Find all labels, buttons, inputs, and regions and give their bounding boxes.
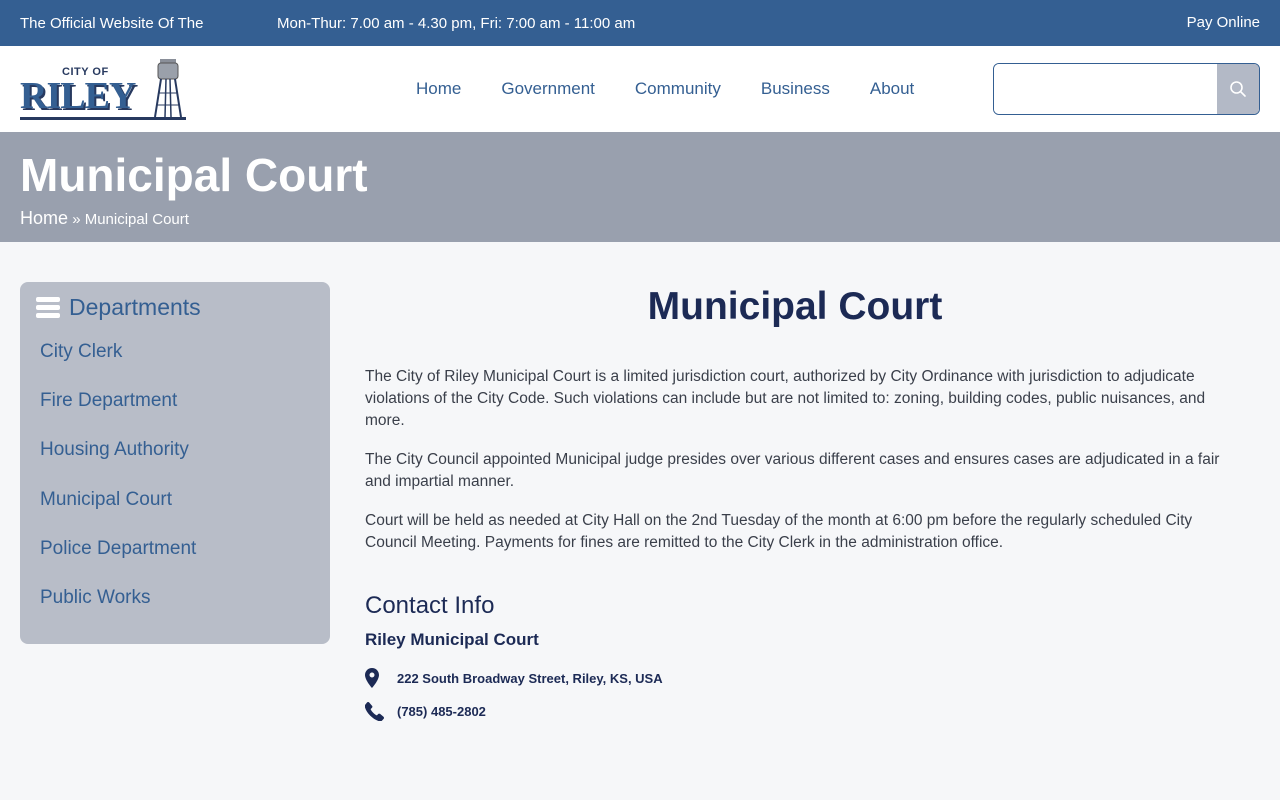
search-icon <box>1230 81 1246 97</box>
pay-online-link[interactable]: Pay Online <box>1187 14 1260 31</box>
page-title: Municipal Court <box>20 149 368 201</box>
nav-business[interactable]: Business <box>761 79 830 99</box>
nav-home[interactable]: Home <box>416 79 461 99</box>
search-input[interactable] <box>994 64 1217 114</box>
city-logo[interactable]: CITY OF RILEY <box>20 57 188 121</box>
sidebar-header: Departments <box>36 294 314 320</box>
contact-phone: (785) 485-2802 <box>365 702 1225 721</box>
paragraph: Court will be held as needed at City Hal… <box>365 512 1193 551</box>
main-content: Municipal Court The City of Riley Munici… <box>365 282 1225 721</box>
content-title: Municipal Court <box>647 285 943 328</box>
departments-sidebar: Departments City Clerk Fire Department H… <box>20 282 330 644</box>
sidebar-item-housing-authority[interactable]: Housing Authority <box>36 438 314 487</box>
breadcrumb-current: Municipal Court <box>84 211 189 228</box>
sidebar-item-fire-department[interactable]: Fire Department <box>36 389 314 438</box>
sidebar-item-city-clerk[interactable]: City Clerk <box>36 340 314 389</box>
sidebar-item-police-department[interactable]: Police Department <box>36 537 314 586</box>
contact-address: 222 South Broadway Street, Riley, KS, US… <box>365 668 1225 688</box>
paragraph: The City of Riley Municipal Court is a l… <box>365 368 1206 429</box>
nav-about[interactable]: About <box>870 79 914 99</box>
search-box <box>993 63 1260 115</box>
top-bar: The Official Website Of The Mon-Thur: 7.… <box>0 0 1280 46</box>
breadcrumb-home[interactable]: Home <box>20 208 68 228</box>
phone-text: (785) 485-2802 <box>397 704 486 719</box>
nav-community[interactable]: Community <box>635 79 721 99</box>
logo-riley: RILEY <box>20 75 136 117</box>
search-button[interactable] <box>1217 64 1259 114</box>
office-hours: Mon-Thur: 7.00 am - 4.30 pm, Fri: 7:00 a… <box>277 14 636 32</box>
contact-name: Riley Municipal Court <box>365 630 539 649</box>
phone-icon <box>365 702 397 721</box>
hamburger-icon <box>36 294 60 321</box>
site-header: CITY OF RILEY Home Government Community … <box>0 46 1280 132</box>
map-pin-icon <box>365 668 397 688</box>
page-content: Departments City Clerk Fire Department H… <box>0 242 1280 800</box>
sidebar-item-municipal-court[interactable]: Municipal Court <box>36 488 314 537</box>
address-text: 222 South Broadway Street, Riley, KS, US… <box>397 670 663 686</box>
contact-info-heading: Contact Info <box>365 592 495 619</box>
page-banner: Municipal Court Home » Municipal Court <box>0 132 1280 242</box>
nav-government[interactable]: Government <box>501 79 595 99</box>
main-nav: Home Government Community Business About <box>416 46 954 132</box>
logo-underline <box>20 117 186 120</box>
paragraph: The City Council appointed Municipal jud… <box>365 451 1220 490</box>
official-website-text: The Official Website Of The <box>20 14 204 32</box>
breadcrumb: Home » Municipal Court <box>20 208 1260 229</box>
breadcrumb-separator: » <box>72 211 81 228</box>
water-tower-icon <box>154 59 182 117</box>
sidebar-heading: Departments <box>69 293 201 320</box>
sidebar-item-public-works[interactable]: Public Works <box>36 586 314 635</box>
